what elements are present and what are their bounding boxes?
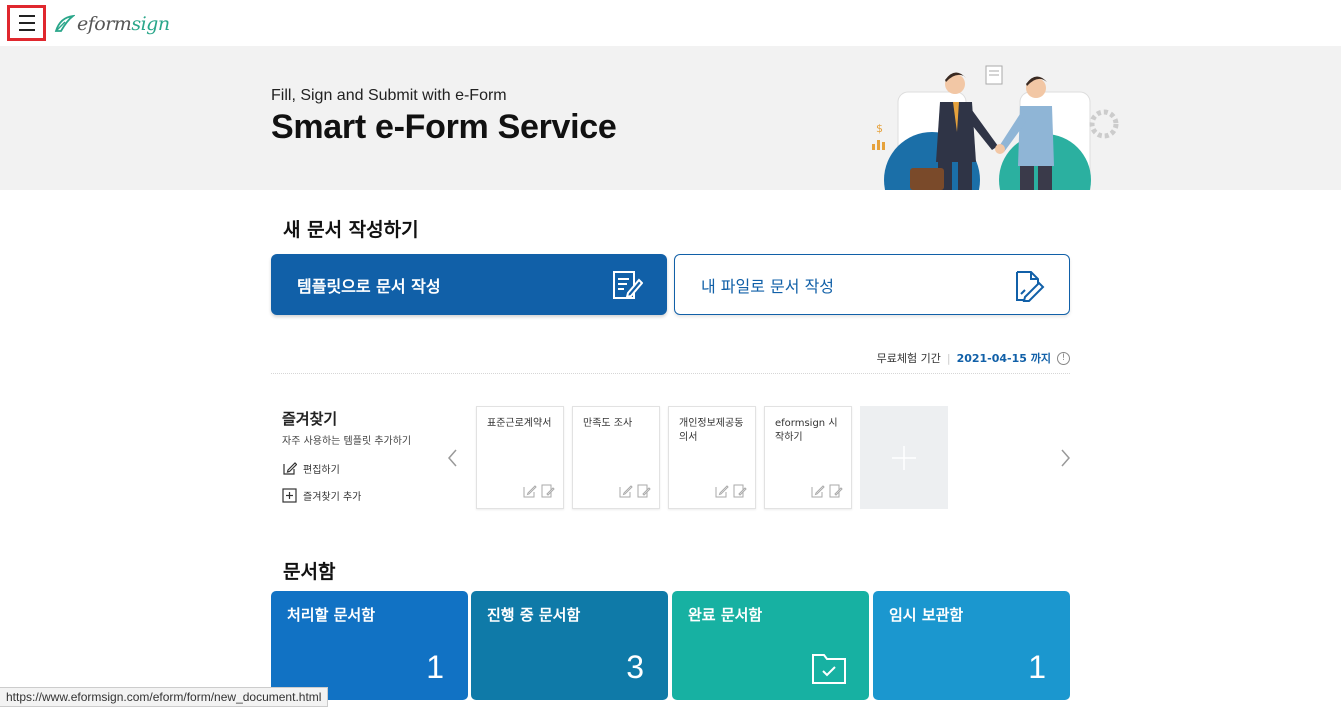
- logo-text-e: e: [77, 13, 88, 35]
- favorite-template-card[interactable]: 개인정보제공동의서: [668, 406, 756, 509]
- hamburger-icon-line: [18, 15, 35, 17]
- favorite-template-card[interactable]: 만족도 조사: [572, 406, 660, 509]
- trial-label: 무료체험 기간: [876, 352, 941, 365]
- svg-text:$: $: [876, 122, 883, 135]
- completed-box[interactable]: 완료 문서함: [672, 591, 869, 700]
- edit-template-icon[interactable]: [619, 484, 633, 498]
- new-document-icon[interactable]: [637, 484, 651, 498]
- new-document-icon[interactable]: [829, 484, 843, 498]
- hero-title: Smart e-Form Service: [271, 108, 617, 146]
- favorites-title: 즐겨찾기: [282, 410, 338, 428]
- completed-box-label: 완료 문서함: [688, 606, 763, 624]
- edit-favorites-label: 편집하기: [303, 465, 340, 476]
- favorite-template-title: eformsign 시작하기: [775, 418, 838, 443]
- favorite-template-title: 표준근로계약서: [487, 418, 552, 429]
- hamburger-icon-line: [18, 29, 35, 31]
- logo-text-form: form: [87, 13, 132, 35]
- info-icon[interactable]: !: [1057, 351, 1070, 365]
- trial-separator: |: [946, 351, 951, 365]
- browser-status-url: https://www.eformsign.com/eform/form/new…: [0, 687, 329, 707]
- in-progress-box-label: 진행 중 문서함: [487, 606, 581, 624]
- add-favorite-link[interactable]: 즐겨찾기 추가: [282, 488, 361, 503]
- create-from-file-label: 내 파일로 문서 작성: [701, 276, 835, 296]
- file-edit-icon: [1016, 271, 1045, 302]
- hamburger-menu-button[interactable]: [7, 5, 46, 41]
- logo-text-sign: sign: [131, 13, 170, 35]
- favorites-description: 자주 사용하는 템플릿 추가하기: [282, 436, 412, 447]
- in-progress-box[interactable]: 진행 중 문서함 3: [471, 591, 668, 700]
- to-do-box-count: 1: [426, 649, 444, 685]
- logo-text: eformsign: [77, 13, 170, 35]
- logo-leaf-icon: [54, 14, 75, 32]
- hamburger-icon-line: [18, 22, 35, 24]
- to-do-box-label: 처리할 문서함: [287, 606, 376, 624]
- favorite-template-title: 만족도 조사: [583, 418, 633, 429]
- template-edit-icon: [613, 271, 643, 299]
- carousel-prev-arrow-icon[interactable]: [446, 448, 460, 468]
- plus-icon: [892, 446, 916, 470]
- docbox-section-title: 문서함: [283, 561, 336, 583]
- add-favorite-label: 즐겨찾기 추가: [303, 492, 362, 503]
- divider: [271, 373, 1070, 374]
- trial-period: 무료체험 기간 | 2021-04-15 까지 !: [877, 350, 1070, 366]
- create-from-template-button[interactable]: 템플릿으로 문서 작성: [271, 254, 667, 315]
- temporary-storage-box-count: 1: [1028, 649, 1046, 685]
- carousel-next-arrow-icon[interactable]: [1058, 448, 1072, 468]
- edit-icon: [283, 462, 297, 475]
- favorite-template-card[interactable]: eformsign 시작하기: [764, 406, 852, 509]
- temporary-storage-box[interactable]: 임시 보관함 1: [873, 591, 1070, 700]
- top-bar: eformsign: [0, 0, 1341, 46]
- new-document-icon[interactable]: [733, 484, 747, 498]
- favorite-template-card[interactable]: 표준근로계약서: [476, 406, 564, 509]
- hero-subtitle: Fill, Sign and Submit with e-Form: [271, 87, 507, 104]
- trial-date: 2021-04-15 까지: [956, 352, 1051, 365]
- favorite-template-title: 개인정보제공동의서: [679, 418, 744, 443]
- edit-favorites-link[interactable]: 편집하기: [282, 461, 340, 476]
- in-progress-box-count: 3: [626, 649, 644, 685]
- to-do-box[interactable]: 처리할 문서함 1: [271, 591, 468, 700]
- create-from-template-label: 템플릿으로 문서 작성: [297, 276, 441, 296]
- create-section-title: 새 문서 작성하기: [283, 219, 419, 241]
- add-favorite-card[interactable]: [860, 406, 948, 509]
- create-from-file-button[interactable]: 내 파일로 문서 작성: [674, 254, 1070, 315]
- eformsign-logo[interactable]: eformsign: [53, 10, 170, 38]
- new-document-icon[interactable]: [541, 484, 555, 498]
- plus-square-icon: [282, 488, 297, 503]
- hero-banner: Fill, Sign and Submit with e-Form Smart …: [0, 46, 1341, 190]
- handshake-illustration: $: [872, 65, 1119, 190]
- folder-check-icon: [812, 654, 846, 684]
- edit-template-icon[interactable]: [811, 484, 825, 498]
- temporary-storage-box-label: 임시 보관함: [889, 606, 964, 624]
- edit-template-icon[interactable]: [715, 484, 729, 498]
- edit-template-icon[interactable]: [523, 484, 537, 498]
